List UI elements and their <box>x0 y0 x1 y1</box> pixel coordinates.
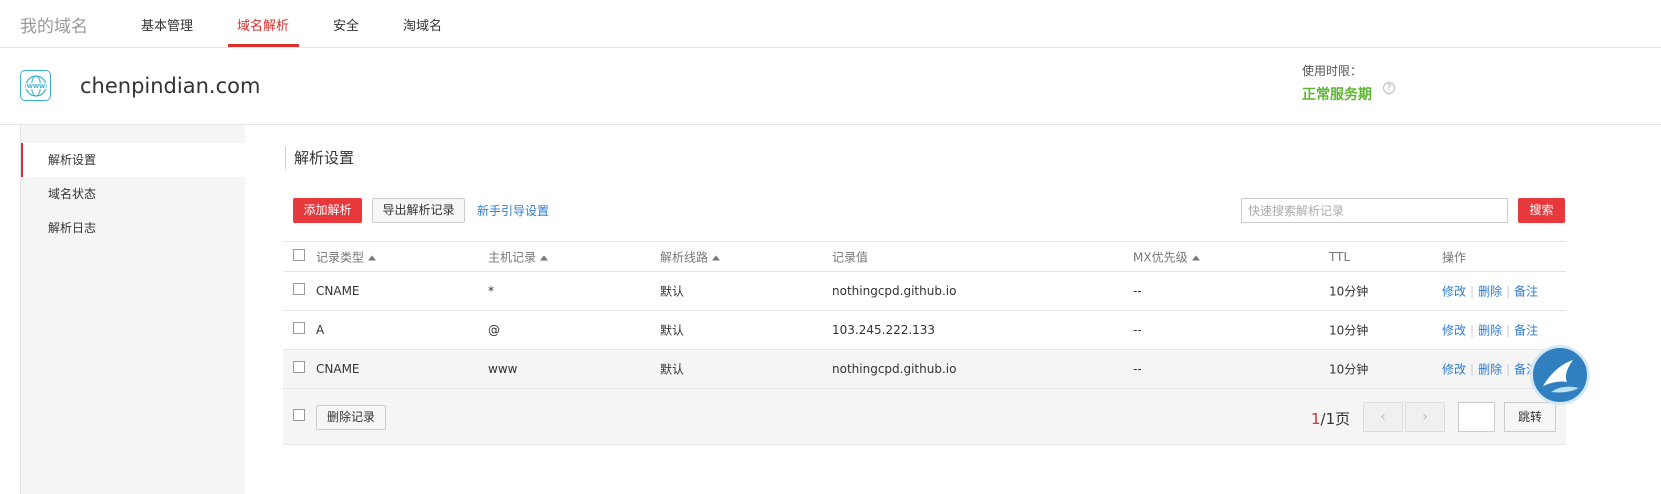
cell-mx: -- <box>1133 323 1142 337</box>
footer-select-all-checkbox[interactable] <box>293 409 305 421</box>
search-button[interactable]: 搜索 <box>1518 198 1565 223</box>
active-tab-indicator <box>228 44 299 47</box>
header-value: 记录值 <box>832 250 869 264</box>
edit-link[interactable]: 修改 <box>1442 363 1466 377</box>
header-record-type-label: 记录类型 <box>316 250 365 264</box>
cell-line: 默认 <box>660 323 685 338</box>
page-number-input[interactable] <box>1458 402 1495 432</box>
cell-line: 默认 <box>660 362 685 377</box>
note-link[interactable]: 备注 <box>1514 285 1538 299</box>
sidebar-item-dns-settings[interactable]: 解析设置 <box>21 143 246 177</box>
cell-host: www <box>488 362 518 376</box>
bird-icon[interactable] <box>1530 345 1590 405</box>
ops-separator: | <box>1470 323 1475 338</box>
note-link[interactable]: 备注 <box>1514 324 1538 338</box>
table-row: A @ 默认 103.245.222.133 -- 10分钟 修改 | 删除 | 备注 <box>283 310 1566 349</box>
header-mx-label: MX优先级 <box>1133 250 1188 264</box>
ops-separator: | <box>1470 284 1475 299</box>
current-page: 1 <box>1311 410 1321 428</box>
cell-ttl: 10分钟 <box>1329 323 1369 338</box>
header-line-label: 解析线路 <box>660 250 709 264</box>
cell-ops: 修改 | 删除 | 备注 <box>1442 283 1538 300</box>
table-footer: 删除记录 1/1页 ‹ › 跳转 <box>283 388 1566 445</box>
cell-type: A <box>316 323 325 337</box>
brand-title[interactable]: 我的域名 <box>20 12 88 37</box>
ops-separator: | <box>1506 284 1511 299</box>
cell-host: * <box>488 284 494 298</box>
page-title: 解析设置 <box>285 147 354 169</box>
cell-ops: 修改 | 删除 | 备注 <box>1442 322 1538 339</box>
www-icon: WWW <box>20 70 51 101</box>
header-mx[interactable]: MX优先级 <box>1133 248 1200 265</box>
header-line[interactable]: 解析线路 <box>660 248 721 265</box>
add-record-button[interactable]: 添加解析 <box>293 198 362 223</box>
edit-link[interactable]: 修改 <box>1442 324 1466 338</box>
cell-ttl: 10分钟 <box>1329 284 1369 299</box>
cell-ttl: 10分钟 <box>1329 362 1369 377</box>
usage-status: 正常服务期 <box>1302 87 1372 103</box>
tab-security[interactable]: 安全 <box>333 15 359 34</box>
page-indicator: 1/1页 <box>1311 408 1350 429</box>
delete-link[interactable]: 删除 <box>1478 285 1502 299</box>
tab-basic-management[interactable]: 基本管理 <box>141 15 193 34</box>
row-checkbox[interactable] <box>293 283 305 295</box>
table-row: CNAME www 默认 nothingcpd.github.io -- 10分… <box>283 349 1566 388</box>
cell-value: 103.245.222.133 <box>832 323 936 337</box>
row-checkbox[interactable] <box>293 361 305 373</box>
delete-link[interactable]: 删除 <box>1478 363 1502 377</box>
ops-separator: | <box>1506 362 1511 377</box>
select-all-checkbox[interactable] <box>293 249 305 261</box>
edit-link[interactable]: 修改 <box>1442 285 1466 299</box>
next-page-button[interactable]: › <box>1405 402 1445 432</box>
sidebar-item-dns-log[interactable]: 解析日志 <box>21 211 246 245</box>
cell-type: CNAME <box>316 284 360 298</box>
cell-mx: -- <box>1133 284 1142 298</box>
header-record-type[interactable]: 记录类型 <box>316 248 377 265</box>
search-input[interactable] <box>1241 198 1508 223</box>
header-ops: 操作 <box>1442 250 1467 264</box>
sort-icon <box>540 255 549 260</box>
tab-domain-market[interactable]: 淘域名 <box>403 15 442 34</box>
svg-text:WWW: WWW <box>27 84 45 90</box>
cell-ops: 修改 | 删除 | 备注 <box>1442 361 1538 378</box>
beginner-guide-link[interactable]: 新手引导设置 <box>477 202 549 219</box>
domain-name: chenpindian.com <box>80 74 261 98</box>
header-ttl: TTL <box>1329 249 1351 264</box>
cell-mx: -- <box>1133 362 1142 376</box>
table-row: CNAME * 默认 nothingcpd.github.io -- 10分钟 … <box>283 271 1566 310</box>
sort-icon <box>1191 255 1200 260</box>
table-header-row: 记录类型 主机记录 解析线路 记录值 MX优先级 TTL 操作 <box>283 241 1566 271</box>
header-host[interactable]: 主机记录 <box>488 248 549 265</box>
export-records-button[interactable]: 导出解析记录 <box>372 198 465 223</box>
usage-period-label: 使用时限： <box>1302 64 1363 78</box>
delete-link[interactable]: 删除 <box>1478 324 1502 338</box>
jump-button[interactable]: 跳转 <box>1504 402 1556 432</box>
domain-header: WWW chenpindian.com 使用时限： 正常服务期 ? <box>0 48 1661 125</box>
cell-value: nothingcpd.github.io <box>832 362 957 376</box>
ops-separator: | <box>1506 323 1511 338</box>
total-pages: /1页 <box>1320 410 1351 428</box>
cell-line: 默认 <box>660 284 685 299</box>
tab-dns-resolution[interactable]: 域名解析 <box>237 15 289 34</box>
sort-icon <box>368 255 377 260</box>
cell-host: @ <box>488 323 500 337</box>
cell-type: CNAME <box>316 362 360 376</box>
delete-records-button[interactable]: 删除记录 <box>316 405 386 430</box>
cell-value: nothingcpd.github.io <box>832 284 957 298</box>
help-icon[interactable]: ? <box>1383 82 1395 94</box>
header-host-label: 主机记录 <box>488 250 537 264</box>
sidebar-item-domain-status[interactable]: 域名状态 <box>21 177 246 211</box>
row-checkbox[interactable] <box>293 322 305 334</box>
sort-icon <box>712 255 721 260</box>
sidebar: 解析设置 域名状态 解析日志 <box>20 125 246 494</box>
prev-page-button[interactable]: ‹ <box>1363 402 1403 432</box>
top-nav: 我的域名 基本管理 域名解析 安全 淘域名 <box>0 0 1661 48</box>
ops-separator: | <box>1470 362 1475 377</box>
